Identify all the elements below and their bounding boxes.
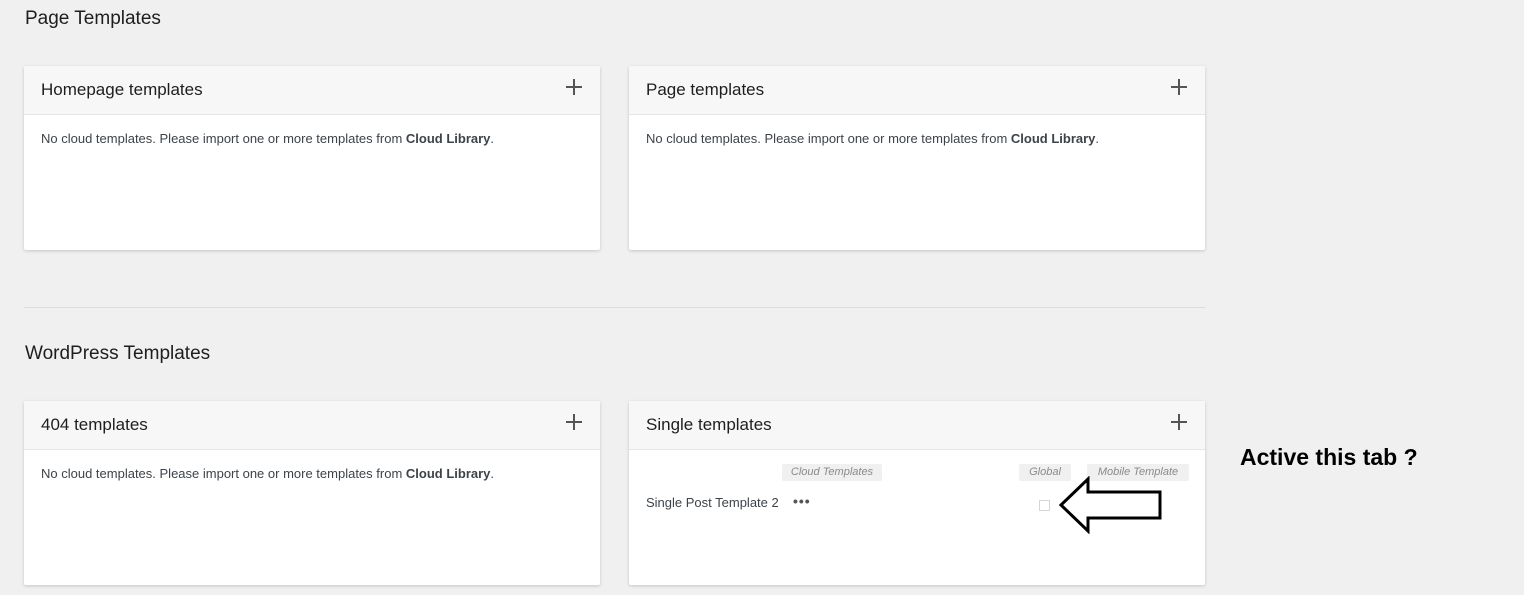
page-templates-card: Page templates No cloud templates. Pleas…	[629, 66, 1205, 250]
add-icon[interactable]	[1170, 78, 1188, 96]
card-title: Homepage templates	[41, 80, 203, 99]
left-arrow-icon	[1058, 476, 1162, 534]
cloud-library-link[interactable]: Cloud Library	[406, 466, 491, 481]
card-header: Homepage templates	[24, 66, 600, 115]
card-title: 404 templates	[41, 415, 148, 434]
section-title-page-templates: Page Templates	[25, 8, 161, 29]
annotation-text: Active this tab ?	[1240, 444, 1418, 470]
column-header-cloud-templates: Cloud Templates	[782, 464, 882, 481]
template-name: Single Post Template 2	[646, 495, 779, 510]
add-icon[interactable]	[565, 78, 583, 96]
empty-message-suffix: .	[490, 131, 495, 146]
empty-message-text: No cloud templates. Please import one or…	[646, 131, 1011, 146]
empty-message-text: No cloud templates. Please import one or…	[41, 466, 406, 481]
empty-message-text: No cloud templates. Please import one or…	[41, 131, 406, 146]
404-templates-card: 404 templates No cloud templates. Please…	[24, 401, 600, 585]
homepage-templates-card: Homepage templates No cloud templates. P…	[24, 66, 600, 250]
section-divider	[24, 307, 1205, 308]
cloud-library-link[interactable]: Cloud Library	[406, 131, 491, 146]
card-header: 404 templates	[24, 401, 600, 450]
card-title: Page templates	[646, 80, 765, 99]
cloud-library-link[interactable]: Cloud Library	[1011, 131, 1096, 146]
card-header: Page templates	[629, 66, 1205, 115]
empty-message-suffix: .	[1095, 131, 1100, 146]
empty-message: No cloud templates. Please import one or…	[41, 131, 494, 146]
card-title: Single templates	[646, 415, 772, 434]
empty-message: No cloud templates. Please import one or…	[41, 466, 494, 481]
global-checkbox[interactable]	[1039, 500, 1050, 511]
empty-message: No cloud templates. Please import one or…	[646, 131, 1099, 146]
more-actions-icon[interactable]: •••	[793, 493, 811, 509]
empty-message-suffix: .	[490, 466, 495, 481]
add-icon[interactable]	[565, 413, 583, 431]
section-title-wordpress-templates: WordPress Templates	[25, 343, 211, 364]
add-icon[interactable]	[1170, 413, 1188, 431]
card-header: Single templates	[629, 401, 1205, 450]
